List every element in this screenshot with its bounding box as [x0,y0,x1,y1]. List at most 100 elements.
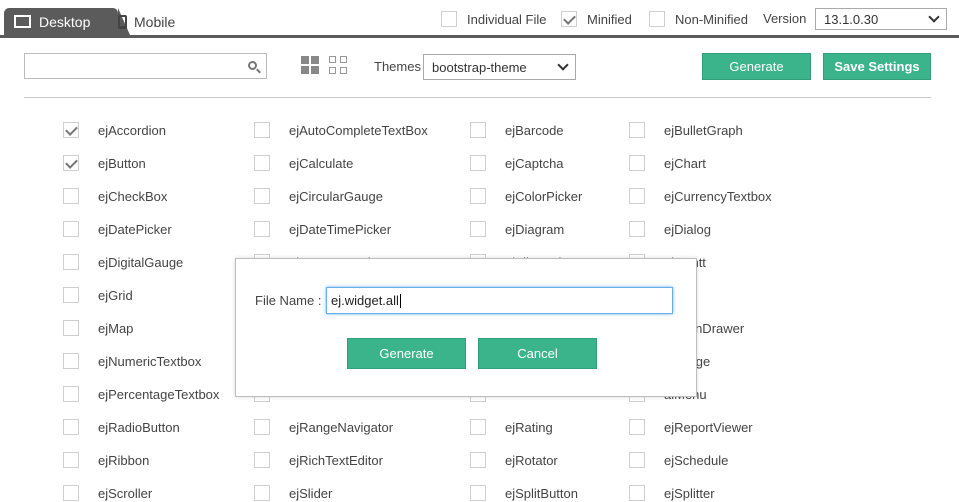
component-checkbox[interactable] [254,452,270,468]
component-item[interactable]: ejCheckBox [63,188,167,204]
option-non-minified[interactable]: Non-Minified [649,11,748,27]
component-checkbox[interactable] [470,188,486,204]
component-item[interactable]: ejButton [63,155,146,171]
component-item[interactable]: ejRangeNavigator [254,419,393,435]
component-label: ejRotator [505,452,558,468]
dialog-generate-button[interactable]: Generate [347,338,466,369]
component-item[interactable]: ejReportViewer [629,419,753,435]
component-item[interactable]: ejColorPicker [470,188,582,204]
non-minified-checkbox[interactable] [649,11,665,27]
component-item[interactable]: ejDiagram [470,221,564,237]
component-checkbox[interactable] [63,386,79,402]
component-item[interactable]: ejRichTextEditor [254,452,383,468]
component-checkbox[interactable] [254,188,270,204]
component-item[interactable]: ejCurrencyTextbox [629,188,772,204]
component-item[interactable]: ejMap [63,320,133,336]
component-item[interactable]: ejNumericTextbox [63,353,201,369]
option-minified[interactable]: Minified [561,11,632,27]
component-checkbox[interactable] [63,485,79,501]
component-item[interactable]: ejCircularGauge [254,188,383,204]
component-checkbox[interactable] [470,452,486,468]
component-checkbox[interactable] [629,188,645,204]
component-checkbox[interactable] [470,221,486,237]
component-checkbox[interactable] [629,485,645,501]
file-name-input[interactable]: ej.widget.all [326,287,673,314]
component-item[interactable]: ejDialog [629,221,711,237]
component-item[interactable]: ejRibbon [63,452,149,468]
tab-desktop[interactable]: Desktop [4,8,130,35]
component-checkbox[interactable] [63,320,79,336]
component-checkbox[interactable] [63,287,79,303]
component-item[interactable]: ejCaptcha [470,155,564,171]
component-item[interactable]: ejDateTimePicker [254,221,391,237]
search-input[interactable] [24,53,267,79]
component-item[interactable]: ejGrid [63,287,133,303]
save-settings-button[interactable]: Save Settings [823,53,931,80]
dialog-cancel-button[interactable]: Cancel [478,338,597,369]
component-checkbox[interactable] [63,419,79,435]
component-label: ejSchedule [664,452,729,468]
component-checkbox[interactable] [63,188,79,204]
version-select[interactable]: 13.1.0.30 [815,8,947,30]
component-checkbox[interactable] [629,155,645,171]
component-checkbox[interactable] [470,122,486,138]
component-item[interactable]: ejChart [629,155,706,171]
component-item[interactable]: ejRating [470,419,553,435]
search-icon[interactable] [248,61,257,70]
component-item[interactable]: ejDigitalGauge [63,254,183,270]
chevron-down-icon [928,11,940,23]
component-checkbox[interactable] [63,122,79,138]
component-item[interactable]: ejAccordion [63,122,166,138]
phone-icon [118,15,127,29]
component-item[interactable]: ejBulletGraph [629,122,743,138]
component-checkbox[interactable] [470,485,486,501]
tab-mobile[interactable]: Mobile [118,14,175,30]
component-checkbox[interactable] [254,221,270,237]
component-label: ejCheckBox [98,188,168,204]
component-item[interactable]: ejCalculate [254,155,353,171]
non-minified-label: Non-Minified [675,11,748,27]
large-grid-view-icon[interactable] [301,56,319,74]
component-item[interactable]: ejSchedule [629,452,728,468]
component-checkbox[interactable] [63,254,79,270]
component-item[interactable]: ejRotator [470,452,558,468]
component-checkbox[interactable] [629,122,645,138]
component-checkbox[interactable] [63,353,79,369]
minified-label: Minified [587,11,632,27]
small-grid-view-icon[interactable] [329,56,347,74]
component-label: ejRating [505,419,553,435]
component-label: ejPercentageTextbox [98,386,220,402]
component-item[interactable]: ejSplitButton [470,485,578,501]
version-label: Version [763,11,807,26]
component-item[interactable]: ejDatePicker [63,221,172,237]
component-checkbox[interactable] [254,122,270,138]
theme-select[interactable]: bootstrap-theme [423,54,576,80]
file-name-value: ej.widget.all [331,293,399,308]
component-checkbox[interactable] [63,155,79,171]
component-label: ejDateTimePicker [289,221,392,237]
themes-label: Themes [374,59,421,74]
component-checkbox[interactable] [629,452,645,468]
component-checkbox[interactable] [254,419,270,435]
divider [24,97,931,98]
component-checkbox[interactable] [254,155,270,171]
component-item[interactable]: ejScroller [63,485,152,501]
component-checkbox[interactable] [63,452,79,468]
component-item[interactable]: ejBarcode [470,122,564,138]
component-checkbox[interactable] [629,221,645,237]
component-item[interactable]: ejSlider [254,485,332,501]
component-item[interactable]: ejRadioButton [63,419,180,435]
monitor-icon [14,15,31,28]
component-checkbox[interactable] [254,485,270,501]
component-checkbox[interactable] [470,419,486,435]
component-item[interactable]: ejSplitter [629,485,715,501]
component-checkbox[interactable] [470,155,486,171]
component-checkbox[interactable] [629,419,645,435]
component-checkbox[interactable] [63,221,79,237]
option-individual-file[interactable]: Individual File [441,11,547,27]
minified-checkbox[interactable] [561,11,577,27]
component-item[interactable]: ejAutoCompleteTextBox [254,122,428,138]
generate-button[interactable]: Generate [702,53,811,80]
individual-file-checkbox[interactable] [441,11,457,27]
component-item[interactable]: ejPercentageTextbox [63,386,219,402]
